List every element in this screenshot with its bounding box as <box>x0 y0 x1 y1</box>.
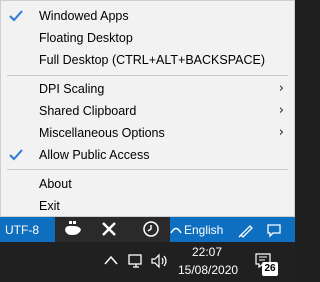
chat-icon[interactable] <box>266 222 282 238</box>
context-menu: Windowed Apps Floating Desktop Full Desk… <box>0 0 295 217</box>
chevron-right-icon: › <box>278 103 284 118</box>
menu-item-label: Windowed Apps <box>39 9 129 23</box>
menu-item-exit[interactable]: Exit <box>1 195 294 217</box>
menu-item-allow-public-access[interactable]: Allow Public Access <box>1 144 294 166</box>
clock-date[interactable]: 15/08/2020 <box>178 263 238 277</box>
menu-item-about[interactable]: About <box>1 173 294 195</box>
menu-item-label: Full Desktop (CTRL+ALT+BACKSPACE) <box>39 53 265 67</box>
encoding-label[interactable]: UTF-8 <box>5 223 39 237</box>
chevron-right-icon: › <box>278 81 284 96</box>
taskbar: 22:07 15/08/2020 26 <box>0 242 295 282</box>
menu-item-miscellaneous-options[interactable]: Miscellaneous Options › <box>1 122 294 144</box>
pen-icon[interactable] <box>238 222 254 238</box>
menu-item-label: Miscellaneous Options <box>39 126 165 140</box>
checkmark-icon <box>9 10 23 22</box>
status-bar: UTF-8 English <box>0 217 295 242</box>
language-indicator[interactable]: English <box>184 223 223 237</box>
checkmark-icon <box>9 149 23 161</box>
tray-app-icons <box>55 217 170 242</box>
menu-item-shared-clipboard[interactable]: Shared Clipboard › <box>1 100 294 122</box>
chevron-up-icon[interactable] <box>104 255 118 265</box>
x-server-icon[interactable] <box>102 222 116 236</box>
notification-count-badge: 26 <box>262 262 278 276</box>
clock-icon[interactable] <box>143 221 159 237</box>
clock-time[interactable]: 22:07 <box>192 245 222 259</box>
wifi-icon <box>170 227 182 234</box>
menu-separator <box>7 169 288 170</box>
menu-item-dpi-scaling[interactable]: DPI Scaling › <box>1 78 294 100</box>
menu-item-label: About <box>39 177 72 191</box>
menu-item-label: DPI Scaling <box>39 82 105 96</box>
menu-item-label: Floating Desktop <box>39 31 133 45</box>
network-icon[interactable] <box>127 253 145 269</box>
menu-separator <box>7 75 288 76</box>
menu-item-label: Shared Clipboard <box>39 104 137 118</box>
menu-item-floating-desktop[interactable]: Floating Desktop <box>1 27 294 49</box>
menu-item-label: Exit <box>39 199 60 213</box>
menu-item-full-desktop[interactable]: Full Desktop (CTRL+ALT+BACKSPACE) <box>1 49 294 71</box>
speaker-icon[interactable] <box>150 253 170 269</box>
menu-item-label: Allow Public Access <box>39 148 150 162</box>
chevron-right-icon: › <box>278 125 284 140</box>
whale-icon[interactable] <box>63 220 83 238</box>
menu-item-windowed-apps[interactable]: Windowed Apps <box>1 5 294 27</box>
